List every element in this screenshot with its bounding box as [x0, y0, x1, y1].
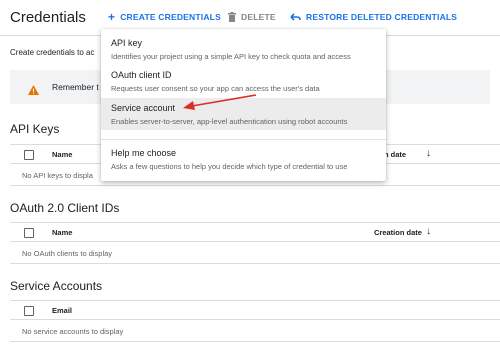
create-credentials-label: CREATE CREDENTIALS	[120, 12, 221, 22]
menu-item-description: Identifies your project using a simple A…	[111, 52, 351, 61]
create-credentials-button[interactable]: + CREATE CREDENTIALS	[108, 10, 221, 24]
create-credentials-menu: API key Identifies your project using a …	[101, 29, 386, 181]
menu-item-description: Asks a few questions to help you decide …	[111, 162, 348, 171]
empty-row: No OAuth clients to display	[10, 242, 500, 264]
menu-item-title: Help me choose	[111, 148, 177, 158]
service-accounts-table-header: Email	[10, 300, 500, 320]
column-header-email[interactable]: Email	[52, 306, 72, 315]
sort-arrow-down-icon[interactable]: ↓	[426, 227, 431, 237]
oauth-table-header: Name Creation date ↓	[10, 222, 500, 242]
menu-item-title: API key	[111, 38, 143, 48]
intro-text: Create credentials to ac	[10, 48, 95, 57]
empty-message: No service accounts to display	[22, 327, 124, 336]
empty-message: No OAuth clients to display	[22, 249, 113, 258]
menu-divider	[101, 139, 386, 140]
empty-row: No service accounts to display	[10, 320, 500, 342]
menu-item-description: Requests user consent so your app can ac…	[111, 84, 320, 93]
plus-icon: +	[108, 10, 116, 24]
column-header-creation-date[interactable]: n date	[384, 150, 406, 159]
trash-icon	[228, 12, 236, 22]
select-all-checkbox[interactable]	[24, 306, 34, 316]
empty-message: No API keys to displa	[22, 171, 93, 180]
restore-deleted-credentials-button[interactable]: RESTORE DELETED CREDENTIALS	[290, 12, 457, 22]
delete-button[interactable]: DELETE	[228, 12, 276, 22]
menu-item-help-me-choose[interactable]: Help me choose Asks a few questions to h…	[101, 143, 386, 175]
delete-label: DELETE	[241, 12, 276, 22]
sort-arrow-down-icon[interactable]: ↓	[426, 149, 431, 159]
menu-item-title: OAuth client ID	[111, 70, 172, 80]
menu-item-description: Enables server-to-server, app-level auth…	[111, 117, 348, 126]
page-title: Credentials	[10, 9, 86, 26]
menu-item-service-account[interactable]: Service account Enables server-to-server…	[101, 98, 386, 130]
api-keys-title: API Keys	[10, 122, 60, 136]
select-all-checkbox[interactable]	[24, 150, 34, 160]
undo-icon	[290, 13, 301, 21]
warning-icon	[28, 82, 39, 100]
column-header-creation-date[interactable]: Creation date	[374, 228, 422, 237]
select-all-checkbox[interactable]	[24, 228, 34, 238]
oauth-title: OAuth 2.0 Client IDs	[10, 201, 120, 215]
menu-item-title: Service account	[111, 103, 176, 113]
menu-item-oauth-client-id[interactable]: OAuth client ID Requests user consent so…	[101, 65, 386, 97]
menu-item-api-key[interactable]: API key Identifies your project using a …	[101, 33, 386, 65]
restore-label: RESTORE DELETED CREDENTIALS	[306, 12, 458, 22]
column-header-name[interactable]: Name	[52, 150, 72, 159]
notice-text: Remember t	[52, 82, 99, 92]
service-accounts-title: Service Accounts	[10, 279, 103, 293]
column-header-name[interactable]: Name	[52, 228, 72, 237]
